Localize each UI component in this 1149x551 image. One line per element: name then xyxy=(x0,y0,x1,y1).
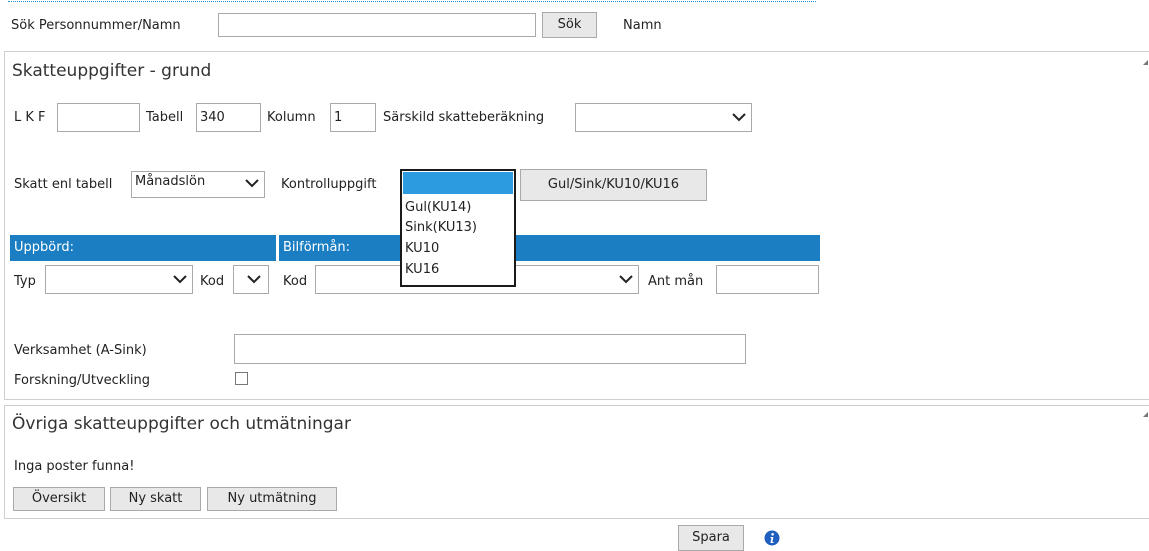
top-dotted-divider xyxy=(8,1,816,2)
sarskild-select[interactable] xyxy=(575,103,752,132)
verksamhet-label: Verksamhet (A-Sink) xyxy=(14,343,147,358)
info-icon-svg xyxy=(764,530,780,546)
chevron-down-icon xyxy=(732,113,746,122)
uppbord-header: Uppbörd: xyxy=(10,235,276,261)
spara-button[interactable]: Spara xyxy=(678,525,744,551)
forskning-label: Forskning/Utveckling xyxy=(14,373,151,388)
bilformon-header: Bilförmån: xyxy=(279,235,820,261)
ny-utmatning-button[interactable]: Ny utmätning xyxy=(207,487,337,511)
chevron-down-icon xyxy=(247,275,261,284)
panel-title-grund: Skatteuppgifter - grund xyxy=(12,61,212,81)
kod-select[interactable] xyxy=(233,265,269,294)
kontroll-dropdown-list: Gul(KU14) Sink(KU13) KU10 KU16 xyxy=(400,196,516,287)
kontroll-label: Kontrolluppgift xyxy=(281,177,377,192)
kolumn-input[interactable] xyxy=(330,103,376,132)
dropdown-option-sink-ku13[interactable]: Sink(KU13) xyxy=(405,220,477,236)
search-button[interactable]: Sök xyxy=(542,12,597,38)
typ-label: Typ xyxy=(14,274,36,289)
name-label: Namn xyxy=(623,18,662,33)
skatt-label: Skatt enl tabell xyxy=(14,177,113,192)
empty-text: Inga poster funna! xyxy=(14,459,135,474)
info-icon[interactable] xyxy=(764,530,780,546)
dropdown-option-ku16[interactable]: KU16 xyxy=(405,262,439,278)
skatt-select[interactable]: Månadslön xyxy=(131,171,265,198)
kod-label: Kod xyxy=(200,274,225,289)
panel-title-ovriga: Övriga skatteuppgifter och utmätningar xyxy=(12,414,351,434)
collapse-icon[interactable] xyxy=(1143,60,1148,65)
forskning-checkbox[interactable] xyxy=(235,372,248,385)
lkf-input[interactable] xyxy=(57,103,140,132)
tabell-input[interactable] xyxy=(196,103,261,132)
gul-sink-ku-button[interactable]: Gul/Sink/KU10/KU16 xyxy=(520,169,707,201)
collapse-icon[interactable] xyxy=(1143,412,1148,417)
ant-man-label: Ant mån xyxy=(648,274,704,289)
lkf-label: L K F xyxy=(14,110,46,125)
kolumn-label: Kolumn xyxy=(267,110,316,125)
kontroll-selected-highlight xyxy=(403,172,513,194)
kontroll-select[interactable] xyxy=(400,169,516,197)
chevron-down-icon xyxy=(619,275,633,284)
dropdown-option-gul-ku14[interactable]: Gul(KU14) xyxy=(405,200,471,216)
oversikt-button[interactable]: Översikt xyxy=(13,487,105,511)
sarskild-label: Särskild skatteberäkning xyxy=(383,110,545,125)
dropdown-option-ku10[interactable]: KU10 xyxy=(405,241,439,257)
search-input[interactable] xyxy=(218,13,536,37)
chevron-down-icon xyxy=(173,275,187,284)
ant-man-input[interactable] xyxy=(716,265,819,294)
ny-skatt-button[interactable]: Ny skatt xyxy=(110,487,201,511)
tabell-label: Tabell xyxy=(146,110,184,125)
chevron-down-icon xyxy=(245,179,259,188)
bil-kod-label: Kod xyxy=(283,274,308,289)
typ-select[interactable] xyxy=(45,265,193,294)
verksamhet-input[interactable] xyxy=(234,334,746,364)
search-label: Sök Personnummer/Namn xyxy=(11,18,181,33)
